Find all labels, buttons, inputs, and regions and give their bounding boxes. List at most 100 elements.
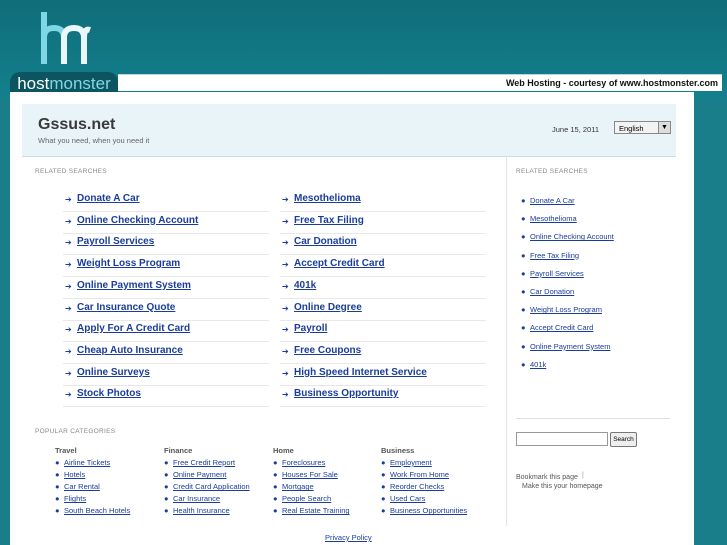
main-link[interactable]: Cheap Auto Insurance — [77, 345, 183, 356]
main-link-item[interactable]: ➔ 401k — [280, 277, 486, 299]
bullet-icon: ● — [55, 494, 60, 504]
arrow-right-icon: ➔ — [65, 368, 72, 378]
main-link[interactable]: Apply For A Credit Card — [77, 323, 190, 334]
category-link[interactable]: ● Reorder Checks — [381, 482, 444, 491]
bullet-icon: ● — [55, 482, 60, 492]
main-link-item[interactable]: ➔ Online Payment System — [63, 277, 269, 299]
main-link[interactable]: Payroll — [294, 323, 327, 334]
side-link[interactable]: ● Mesothelioma — [521, 214, 577, 223]
main-link-item[interactable]: ➔ Free Tax Filing — [280, 212, 486, 234]
arrow-right-icon: ➔ — [282, 260, 289, 270]
category-link[interactable]: ● Car Insurance — [164, 494, 220, 503]
bullet-icon: ● — [521, 341, 526, 351]
bullet-icon: ● — [55, 470, 60, 480]
main-link-item[interactable]: ➔ Weight Loss Program — [63, 255, 269, 278]
main-link[interactable]: Accept Credit Card — [294, 258, 385, 269]
right-separator — [516, 418, 670, 419]
main-link-item[interactable]: ➔ Stock Photos — [63, 385, 269, 408]
main-link-item[interactable]: ➔ Online Checking Account — [63, 212, 269, 234]
search-button[interactable]: Search — [610, 432, 637, 447]
main-link-item[interactable]: ➔ Apply For A Credit Card — [63, 320, 269, 343]
main-link-item[interactable]: ➔ Mesothelioma — [280, 190, 486, 212]
category-link[interactable]: ● People Search — [273, 494, 331, 503]
popular-categories-label: POPULAR CATEGORIES — [35, 428, 116, 435]
category-link[interactable]: ● Free Credit Report — [164, 458, 235, 467]
arrow-right-icon: ➔ — [282, 216, 289, 226]
arrow-right-icon: ➔ — [65, 325, 72, 335]
search-input[interactable] — [516, 432, 608, 446]
bullet-icon: ● — [521, 214, 526, 224]
category-link[interactable]: ● Business Opportunities — [381, 506, 467, 515]
main-link[interactable]: High Speed Internet Service — [294, 367, 427, 378]
main-link-item[interactable]: ➔ Online Degree — [280, 299, 486, 321]
main-link-item[interactable]: ➔ Car Insurance Quote — [63, 299, 269, 321]
privacy-policy-link[interactable]: Privacy Policy — [325, 533, 372, 542]
main-link[interactable]: Stock Photos — [77, 388, 141, 399]
main-link-item[interactable]: ➔ Business Opportunity — [280, 385, 486, 408]
main-link-item[interactable]: ➔ Payroll — [280, 320, 486, 343]
bullet-icon: ● — [521, 268, 526, 278]
main-link[interactable]: Free Coupons — [294, 345, 361, 356]
category-link[interactable]: ● Employment — [381, 458, 432, 467]
bookmark-divider: | — [582, 472, 584, 479]
side-link[interactable]: ● Online Payment System — [521, 342, 610, 351]
main-link[interactable]: Business Opportunity — [294, 388, 398, 399]
main-link-item[interactable]: ➔ Cheap Auto Insurance — [63, 342, 269, 364]
bullet-icon: ● — [273, 470, 278, 480]
main-link[interactable]: Free Tax Filing — [294, 215, 364, 226]
category-link[interactable]: ● Credit Card Application — [164, 482, 250, 491]
side-link[interactable]: ● Car Donation — [521, 287, 574, 296]
main-link[interactable]: Online Checking Account — [77, 215, 198, 226]
main-link[interactable]: Mesothelioma — [294, 193, 361, 204]
main-link[interactable]: Car Insurance Quote — [77, 302, 175, 313]
category-title: Travel — [55, 446, 77, 455]
language-select[interactable]: English ▼ — [614, 121, 671, 134]
category-link[interactable]: ● Mortgage — [273, 482, 314, 491]
main-link[interactable]: Weight Loss Program — [77, 258, 180, 269]
category-link[interactable]: ● South Beach Hotels — [55, 506, 130, 515]
site-tagline: What you need, when you need it — [38, 136, 150, 145]
category-link[interactable]: ● Airline Tickets — [55, 458, 110, 467]
arrow-right-icon: ➔ — [282, 303, 289, 313]
category-link[interactable]: ● Used Cars — [381, 494, 425, 503]
main-link-item[interactable]: ➔ Car Donation — [280, 233, 486, 256]
main-link-item[interactable]: ➔ Donate A Car — [63, 190, 269, 212]
bullet-icon: ● — [164, 506, 169, 516]
main-link[interactable]: Donate A Car — [77, 193, 140, 204]
main-link-item[interactable]: ➔ High Speed Internet Service — [280, 364, 486, 386]
hostmonster-logo[interactable]: hostmonster — [10, 8, 118, 96]
category-link[interactable]: ● Hotels — [55, 470, 85, 479]
main-link[interactable]: Online Degree — [294, 302, 362, 313]
arrow-right-icon: ➔ — [65, 195, 72, 204]
side-link[interactable]: ● Free Tax Filing — [521, 251, 579, 260]
main-link-item[interactable]: ➔ Payroll Services — [63, 233, 269, 256]
side-link[interactable]: ● 401k — [521, 360, 546, 369]
side-link[interactable]: ● Online Checking Account — [521, 232, 614, 241]
bullet-icon: ● — [521, 232, 526, 242]
side-link[interactable]: ● Payroll Services — [521, 269, 584, 278]
homepage-link[interactable]: Make this your homepage — [522, 483, 603, 490]
category-link[interactable]: ● Real Estate Training — [273, 506, 350, 515]
category-link[interactable]: ● Car Rental — [55, 482, 100, 491]
main-link[interactable]: Payroll Services — [77, 236, 154, 247]
main-link[interactable]: Car Donation — [294, 236, 357, 247]
category-link[interactable]: ● Health Insurance — [164, 506, 230, 515]
side-link[interactable]: ● Accept Credit Card — [521, 323, 593, 332]
category-link[interactable]: ● Foreclosures — [273, 458, 325, 467]
category-link[interactable]: ● Flights — [55, 494, 86, 503]
page-container: Gssus.net What you need, when you need i… — [10, 92, 694, 545]
category-link[interactable]: ● Work From Home — [381, 470, 449, 479]
main-link-item[interactable]: ➔ Accept Credit Card — [280, 255, 486, 278]
arrow-right-icon: ➔ — [65, 346, 72, 356]
hosting-banner[interactable]: Web Hosting - courtesy of www.hostmonste… — [118, 74, 722, 91]
main-link[interactable]: Online Payment System — [77, 280, 191, 291]
main-link-item[interactable]: ➔ Online Surveys — [63, 364, 269, 386]
main-link[interactable]: Online Surveys — [77, 367, 150, 378]
main-link[interactable]: 401k — [294, 280, 316, 291]
main-link-item[interactable]: ➔ Free Coupons — [280, 342, 486, 364]
side-link[interactable]: ● Weight Loss Program — [521, 305, 602, 314]
category-link[interactable]: ● Online Payment — [164, 470, 226, 479]
category-link[interactable]: ● Houses For Sale — [273, 470, 338, 479]
bookmark-link[interactable]: Bookmark this page — [516, 474, 578, 481]
side-link[interactable]: ● Donate A Car — [521, 196, 575, 205]
